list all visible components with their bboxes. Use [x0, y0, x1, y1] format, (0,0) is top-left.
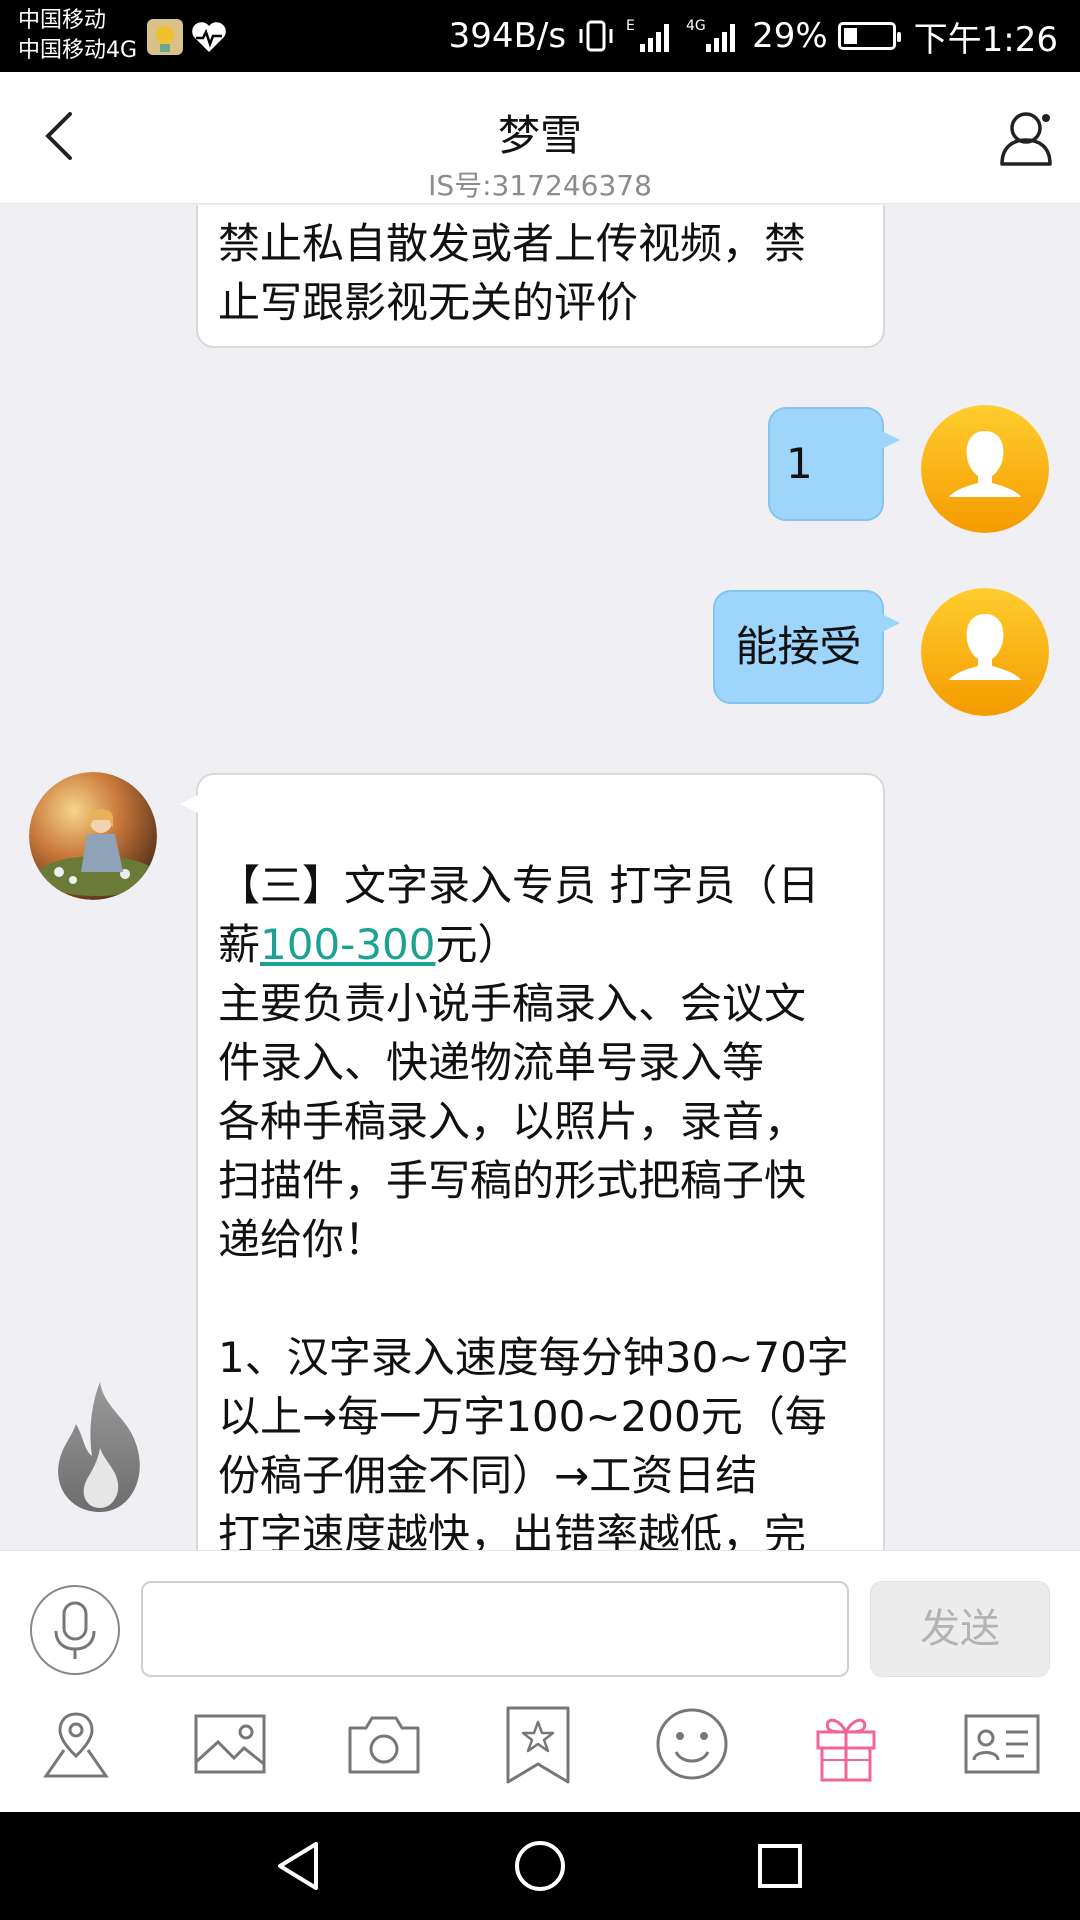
status-indicators: 394B/s E 4G 29% 下午1:26 — [448, 14, 1058, 60]
burn-after-reading-icon[interactable] — [44, 1378, 156, 1518]
message-line: 以上→每一万字100~200元（每 — [218, 1392, 827, 1441]
health-heart-icon — [192, 22, 226, 52]
message-text: 能接受 — [735, 622, 862, 671]
nav-recents-icon[interactable] — [752, 1838, 808, 1894]
message-input[interactable] — [141, 1581, 849, 1677]
my-avatar[interactable] — [921, 405, 1049, 533]
message-line: 薪100-300元） — [218, 915, 863, 974]
message-text-fragment: 元） — [435, 920, 520, 969]
message-line: 1、汉字录入速度每分钟30~70字 — [218, 1333, 849, 1382]
gift-icon[interactable] — [804, 1702, 888, 1786]
message-line: 打字速度越快，出错率越低，完 — [218, 1510, 807, 1550]
signal-4g-icon: 4G — [686, 18, 736, 52]
chat-header: 梦雪 IS号:317246378 — [0, 72, 1080, 204]
input-bar: 发送 — [0, 1550, 1080, 1680]
nav-back-icon[interactable] — [272, 1838, 328, 1894]
nav-home-icon[interactable] — [512, 1838, 568, 1894]
bubble-tail — [180, 795, 198, 813]
system-navigation-bar — [0, 1812, 1080, 1920]
my-avatar[interactable] — [921, 588, 1049, 716]
user-id-label: IS号:317246378 — [428, 169, 652, 202]
message-list[interactable]: 禁止私自散发或者上传视频，禁 止写跟影视无关的评价 1 能接受 【三】文字录入专… — [0, 205, 1080, 1550]
incoming-message-bubble[interactable]: 【三】文字录入专员 打字员（日 薪100-300元） 主要负责小说手稿录入、会议… — [180, 773, 885, 1550]
battery-icon — [837, 22, 901, 50]
emoji-icon[interactable] — [650, 1702, 734, 1786]
signal-type: E — [626, 18, 635, 34]
clock: 下午1:26 — [913, 19, 1058, 60]
message-text: 1 — [786, 439, 813, 488]
message-line: 递给你！ — [218, 1215, 387, 1264]
bubble-tail — [882, 431, 900, 449]
outgoing-message-bubble[interactable]: 1 — [768, 407, 900, 521]
location-icon[interactable] — [34, 1702, 118, 1786]
camera-icon[interactable] — [342, 1702, 426, 1786]
message-text-fragment: 薪 — [218, 920, 261, 969]
signal-icon: E — [626, 18, 670, 52]
image-icon[interactable] — [188, 1702, 272, 1786]
message-line: 主要负责小说手稿录入、会议文 — [218, 979, 807, 1028]
bubble-tail — [882, 614, 900, 632]
carrier-label: 中国移动 — [18, 8, 107, 33]
carrier-label-secondary: 中国移动4G — [18, 38, 138, 63]
message-line: 份稿子佣金不同）→工资日结 — [218, 1451, 758, 1500]
signal-type-secondary: 4G — [686, 18, 706, 34]
message-line: 【三】文字录入专员 打字员（日 — [218, 861, 820, 910]
microphone-icon — [54, 1601, 96, 1659]
contact-avatar[interactable] — [29, 772, 157, 900]
message-line: 扫描件，手写稿的形式把稿子快 — [218, 1156, 807, 1205]
status-bar: 中国移动 中国移动4G 394B/s E 4G 29% 下午1:26 — [0, 0, 1080, 72]
voice-input-button[interactable] — [30, 1585, 120, 1675]
message-line — [218, 1269, 863, 1328]
message-line: 止写跟影视无关的评价 — [218, 278, 639, 327]
incoming-message-bubble[interactable]: 禁止私自散发或者上传视频，禁 止写跟影视无关的评价 — [196, 205, 885, 348]
message-line: 禁止私自散发或者上传视频，禁 — [218, 219, 807, 268]
attachment-toolbar — [0, 1680, 1080, 1812]
message-line: 件录入、快递物流单号录入等 — [218, 1038, 765, 1087]
send-button[interactable]: 发送 — [870, 1581, 1050, 1677]
contact-card-icon[interactable] — [960, 1702, 1044, 1786]
app-notification-icon — [147, 19, 183, 55]
chat-title: 梦雪 — [497, 111, 582, 160]
network-speed: 394B/s — [448, 16, 567, 56]
profile-icon[interactable] — [994, 106, 1058, 170]
phone-number-link[interactable]: 100-300 — [260, 920, 436, 969]
outgoing-message-bubble[interactable]: 能接受 — [713, 590, 900, 704]
message-line: 各种手稿录入，以照片，录音， — [218, 1097, 807, 1146]
favorite-icon[interactable] — [496, 1702, 580, 1786]
battery-percent: 29% — [752, 16, 828, 56]
vibrate-icon — [579, 20, 613, 52]
